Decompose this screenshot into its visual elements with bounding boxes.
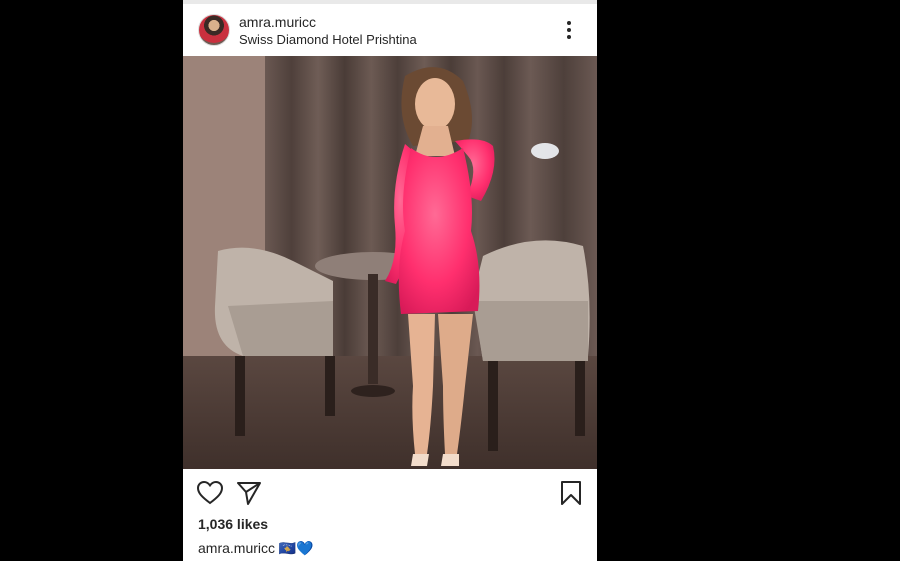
- post-photo[interactable]: [183, 56, 597, 469]
- post-header: amra.muricc Swiss Diamond Hotel Prishtin…: [183, 4, 597, 56]
- heart-icon[interactable]: [196, 480, 224, 506]
- likes-count[interactable]: 1,036 likes: [198, 516, 268, 532]
- profile-avatar[interactable]: [198, 14, 230, 46]
- post-location[interactable]: Swiss Diamond Hotel Prishtina: [239, 32, 417, 47]
- post-caption: amra.muricc 🇽🇰💙: [198, 540, 314, 557]
- post-card: amra.muricc Swiss Diamond Hotel Prishtin…: [183, 0, 597, 561]
- caption-username[interactable]: amra.muricc: [198, 540, 275, 556]
- paper-plane-icon[interactable]: [235, 480, 263, 506]
- post-username[interactable]: amra.muricc: [239, 14, 316, 30]
- more-options-icon[interactable]: [559, 18, 579, 42]
- post-actions: [183, 469, 597, 515]
- caption-emoji: 🇽🇰💙: [278, 540, 314, 556]
- bookmark-icon[interactable]: [557, 480, 585, 506]
